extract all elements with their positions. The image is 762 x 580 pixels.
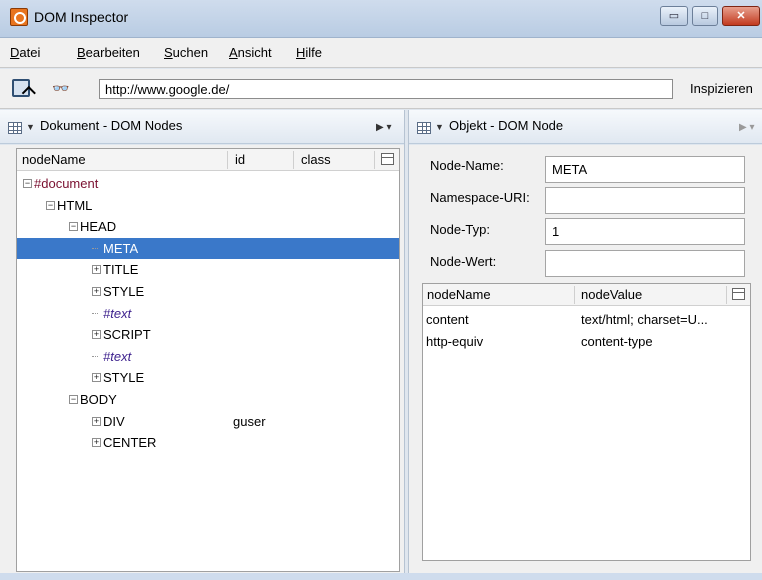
menu-bar: Datei Bearbeiten Suchen Ansicht Hilfe [0,38,762,68]
binoculars-icon[interactable]: 👓 [52,80,69,97]
node-value-field[interactable] [545,250,745,277]
collapse-icon[interactable]: − [23,179,32,188]
dom-node-tree[interactable]: nodeName id class − #document − HTML − HEAD ME… [16,148,400,572]
expand-icon[interactable]: + [92,287,101,296]
column-picker-icon[interactable] [381,153,394,165]
tree-row[interactable]: META [17,237,399,259]
node-name-label: CENTER [103,435,157,451]
tree-row[interactable]: + STYLE [17,367,399,388]
window-title: DOM Inspector [34,9,129,25]
column-separator[interactable] [574,286,575,304]
right-panel-header: ▼ Objekt - DOM Node ▶ ▾ [409,110,762,144]
node-name-label: META [103,240,139,256]
collapse-icon[interactable]: − [46,200,55,210]
node-name-label: TITLE [103,262,139,278]
tree-row[interactable]: #text [17,303,399,324]
namespace-uri-field[interactable] [545,187,745,214]
attributes-column-header: nodeName nodeValue [423,284,750,306]
node-name-label: #text [103,305,132,321]
attr-name-cell[interactable]: content [426,312,469,327]
panel-menu-icon[interactable]: ▶ ▾ [739,122,755,133]
column-nodename[interactable]: nodeName [22,152,86,167]
close-button[interactable]: ✕ [722,6,760,26]
node-name-label: #document [34,176,99,191]
column-id[interactable]: id [235,152,245,167]
tree-row[interactable]: + CENTER [17,432,399,453]
left-panel-title: Dokument - DOM Nodes [40,118,183,133]
node-id-cell: guser [233,413,266,429]
node-value-label: Node-Wert: [430,254,497,269]
node-name-label: DIV [103,413,125,429]
inspect-button[interactable]: Inspizieren [690,81,753,96]
tree-row[interactable]: + DIV guser [17,411,399,432]
expand-icon[interactable]: + [92,373,101,383]
panel-view-icon[interactable] [417,122,431,134]
menu-ansicht[interactable]: Ansicht [229,45,272,60]
tree-row[interactable]: + STYLE [17,281,399,302]
tree-row[interactable]: #text [17,346,399,367]
column-class[interactable]: class [301,152,331,167]
tree-row[interactable]: − #document [17,173,399,194]
namespace-uri-label: Namespace-URI: [430,190,530,205]
attr-value-cell[interactable]: content-type [581,334,653,349]
url-input[interactable] [99,79,673,99]
expand-icon[interactable]: + [92,330,101,340]
column-separator[interactable] [293,151,294,169]
dom-inspector-app-icon [10,8,28,26]
menu-bearbeiten[interactable]: Bearbeiten [77,45,140,60]
node-name-label: Node-Name: [430,158,504,173]
window-bottom-border [0,573,762,580]
column-separator[interactable] [374,151,375,169]
menu-datei[interactable]: Datei [10,45,40,60]
collapse-icon[interactable]: − [69,222,78,232]
column-attr-nodevalue[interactable]: nodeValue [581,287,642,302]
node-name-field[interactable]: META [545,156,745,183]
node-name-label: #text [103,348,132,364]
column-attr-nodename[interactable]: nodeName [427,287,491,302]
left-panel-header: ▼ Dokument - DOM Nodes ▶ ▾ [0,110,404,144]
tree-row[interactable]: + SCRIPT [17,324,399,345]
attr-name-cell[interactable]: http-equiv [426,334,483,349]
title-bar: DOM Inspector ▭ □ ✕ [0,0,762,38]
column-separator[interactable] [227,151,228,169]
minimize-button[interactable]: ▭ [660,6,688,26]
node-name-label: STYLE [103,370,145,386]
node-name-label: HEAD [80,219,117,235]
menu-hilfe[interactable]: Hilfe [296,45,322,60]
toolbar: 👓 Inspizieren [0,69,762,109]
tree-column-header: nodeName id class [17,149,399,171]
tree-branch-line [92,247,98,249]
panel-view-icon[interactable] [8,122,22,134]
collapse-icon[interactable]: − [69,395,78,404]
node-name-label: HTML [57,197,93,213]
tree-branch-line [92,312,98,314]
tree-row[interactable]: − BODY [17,389,399,410]
node-type-field[interactable]: 1 [545,218,745,245]
attr-value-cell[interactable]: text/html; charset=U... [581,312,708,327]
attributes-table[interactable]: nodeName nodeValue content text/html; ch… [422,283,751,561]
inspect-element-icon[interactable] [12,79,30,97]
tree-row[interactable]: − HTML [17,195,399,216]
expand-icon[interactable]: + [92,416,101,426]
node-name-label: STYLE [103,284,145,299]
expand-icon[interactable]: + [92,438,101,448]
right-panel-title: Objekt - DOM Node [449,118,564,133]
chevron-down-icon[interactable]: ▼ [435,122,444,132]
maximize-button[interactable]: □ [692,6,718,26]
node-type-label: Node-Typ: [430,222,490,237]
menu-suchen[interactable]: Suchen [164,45,208,60]
panel-menu-icon[interactable]: ▶ ▾ [376,122,392,133]
node-name-label: BODY [80,392,117,407]
tree-branch-line [92,355,98,357]
tree-row[interactable]: + TITLE [17,259,399,280]
node-name-label: SCRIPT [103,327,151,343]
tree-row[interactable]: − HEAD [17,216,399,237]
column-separator[interactable] [726,286,727,304]
column-picker-icon[interactable] [732,288,745,300]
chevron-down-icon[interactable]: ▼ [26,122,35,132]
expand-icon[interactable]: + [92,265,101,275]
